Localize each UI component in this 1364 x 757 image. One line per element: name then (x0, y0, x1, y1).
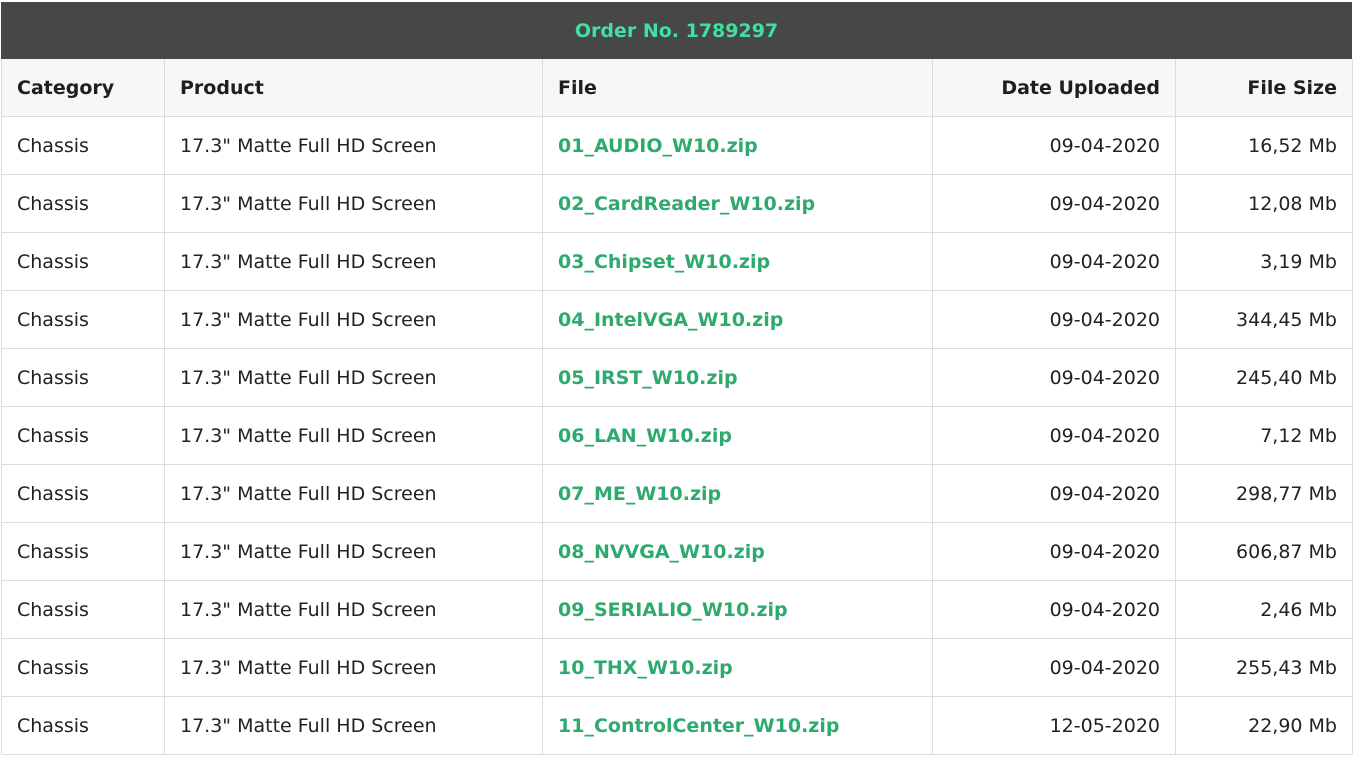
cell-product: 17.3" Matte Full HD Screen (164, 290, 543, 349)
table-row: Chassis 17.3" Matte Full HD Screen 02_Card… (1, 174, 1353, 233)
table-row: Chassis 17.3" Matte Full HD Screen 07_ME_W… (1, 464, 1353, 523)
cell-file: 03_Chipset_W10.zip (542, 232, 933, 291)
cell-date-uploaded: 09-04-2020 (932, 116, 1176, 175)
cell-file-size: 606,87 Mb (1175, 522, 1353, 581)
file-download-link[interactable]: 07_ME_W10.zip (558, 483, 721, 505)
table-row: Chassis 17.3" Matte Full HD Screen 08_NVVG… (1, 522, 1353, 581)
file-download-link[interactable]: 10_THX_W10.zip (558, 657, 733, 679)
order-downloads-panel: Order No. 1789297 Category Product File … (1, 2, 1353, 755)
cell-file: 05_IRST_W10.zip (542, 348, 933, 407)
cell-file-size: 344,45 Mb (1175, 290, 1353, 349)
file-download-link[interactable]: 02_CardReader_W10.zip (558, 193, 815, 215)
cell-date-uploaded: 09-04-2020 (932, 232, 1176, 291)
cell-date-uploaded: 12-05-2020 (932, 696, 1176, 755)
header-row: Category Product File Date Uploaded File… (1, 59, 1353, 117)
cell-file-size: 3,19 Mb (1175, 232, 1353, 291)
column-header-product: Product (164, 59, 543, 117)
table-row: Chassis 17.3" Matte Full HD Screen 10_THX_… (1, 638, 1353, 697)
column-header-category: Category (1, 59, 165, 117)
cell-date-uploaded: 09-04-2020 (932, 522, 1176, 581)
cell-file-size: 255,43 Mb (1175, 638, 1353, 697)
cell-product: 17.3" Matte Full HD Screen (164, 696, 543, 755)
cell-file: 09_SERIALIO_W10.zip (542, 580, 933, 639)
cell-product: 17.3" Matte Full HD Screen (164, 406, 543, 465)
table-body: Chassis 17.3" Matte Full HD Screen 01_AUDI… (1, 116, 1353, 755)
cell-category: Chassis (1, 174, 165, 233)
cell-product: 17.3" Matte Full HD Screen (164, 580, 543, 639)
cell-category: Chassis (1, 406, 165, 465)
cell-date-uploaded: 09-04-2020 (932, 406, 1176, 465)
cell-file-size: 7,12 Mb (1175, 406, 1353, 465)
cell-file-size: 298,77 Mb (1175, 464, 1353, 523)
table-row: Chassis 17.3" Matte Full HD Screen 04_Inte… (1, 290, 1353, 349)
cell-file-size: 16,52 Mb (1175, 116, 1353, 175)
file-download-link[interactable]: 04_IntelVGA_W10.zip (558, 309, 783, 331)
cell-product: 17.3" Matte Full HD Screen (164, 638, 543, 697)
cell-file: 10_THX_W10.zip (542, 638, 933, 697)
file-download-link[interactable]: 01_AUDIO_W10.zip (558, 135, 758, 157)
cell-file-size: 2,46 Mb (1175, 580, 1353, 639)
cell-file-size: 12,08 Mb (1175, 174, 1353, 233)
cell-product: 17.3" Matte Full HD Screen (164, 348, 543, 407)
cell-category: Chassis (1, 522, 165, 581)
table-row: Chassis 17.3" Matte Full HD Screen 01_AUDI… (1, 116, 1353, 175)
cell-category: Chassis (1, 116, 165, 175)
cell-category: Chassis (1, 290, 165, 349)
column-header-date-uploaded: Date Uploaded (932, 59, 1176, 117)
table-row: Chassis 17.3" Matte Full HD Screen 11_Cont… (1, 696, 1353, 755)
downloads-table: Category Product File Date Uploaded File… (1, 59, 1353, 755)
cell-date-uploaded: 09-04-2020 (932, 348, 1176, 407)
file-download-link[interactable]: 03_Chipset_W10.zip (558, 251, 770, 273)
column-header-file-size: File Size (1175, 59, 1353, 117)
cell-file: 02_CardReader_W10.zip (542, 174, 933, 233)
cell-product: 17.3" Matte Full HD Screen (164, 174, 543, 233)
cell-category: Chassis (1, 696, 165, 755)
file-download-link[interactable]: 11_ControlCenter_W10.zip (558, 715, 839, 737)
file-download-link[interactable]: 09_SERIALIO_W10.zip (558, 599, 788, 621)
cell-product: 17.3" Matte Full HD Screen (164, 522, 543, 581)
cell-product: 17.3" Matte Full HD Screen (164, 464, 543, 523)
cell-date-uploaded: 09-04-2020 (932, 580, 1176, 639)
cell-product: 17.3" Matte Full HD Screen (164, 232, 543, 291)
column-header-file: File (542, 59, 933, 117)
cell-file: 01_AUDIO_W10.zip (542, 116, 933, 175)
table-row: Chassis 17.3" Matte Full HD Screen 05_IRST… (1, 348, 1353, 407)
file-download-link[interactable]: 06_LAN_W10.zip (558, 425, 732, 447)
cell-file: 11_ControlCenter_W10.zip (542, 696, 933, 755)
cell-category: Chassis (1, 232, 165, 291)
cell-file-size: 245,40 Mb (1175, 348, 1353, 407)
cell-file: 08_NVVGA_W10.zip (542, 522, 933, 581)
table-row: Chassis 17.3" Matte Full HD Screen 09_SERI… (1, 580, 1353, 639)
order-title-bar: Order No. 1789297 (1, 2, 1352, 59)
cell-file: 06_LAN_W10.zip (542, 406, 933, 465)
cell-file: 07_ME_W10.zip (542, 464, 933, 523)
cell-date-uploaded: 09-04-2020 (932, 464, 1176, 523)
table-header: Category Product File Date Uploaded File… (1, 59, 1353, 117)
file-download-link[interactable]: 05_IRST_W10.zip (558, 367, 738, 389)
cell-category: Chassis (1, 638, 165, 697)
file-download-link[interactable]: 08_NVVGA_W10.zip (558, 541, 765, 563)
cell-file-size: 22,90 Mb (1175, 696, 1353, 755)
table-row: Chassis 17.3" Matte Full HD Screen 06_LAN_… (1, 406, 1353, 465)
table-row: Chassis 17.3" Matte Full HD Screen 03_Chip… (1, 232, 1353, 291)
cell-file: 04_IntelVGA_W10.zip (542, 290, 933, 349)
cell-date-uploaded: 09-04-2020 (932, 174, 1176, 233)
cell-category: Chassis (1, 348, 165, 407)
cell-category: Chassis (1, 580, 165, 639)
order-title: Order No. 1789297 (574, 19, 779, 42)
cell-date-uploaded: 09-04-2020 (932, 290, 1176, 349)
cell-date-uploaded: 09-04-2020 (932, 638, 1176, 697)
cell-category: Chassis (1, 464, 165, 523)
cell-product: 17.3" Matte Full HD Screen (164, 116, 543, 175)
